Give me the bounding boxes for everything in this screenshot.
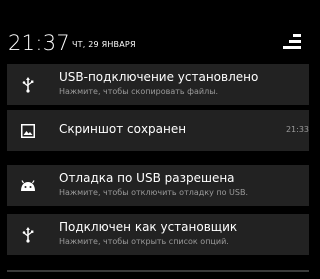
notification-title: Подключен как установщик [59, 220, 238, 234]
date: ЧТ, 29 ЯНВАРЯ [72, 40, 136, 49]
notification-title: USB-подключение установлено [59, 70, 259, 84]
notification-usb-debugging[interactable]: Отладка по USB разрешена Нажмите, чтобы … [7, 165, 309, 206]
notification-screenshot-saved[interactable]: Скриншот сохранен 21:33 [7, 110, 309, 151]
notification-text: Нажмите, чтобы отключить отладку по USB. [59, 188, 249, 197]
clock: 21:37 [8, 31, 71, 55]
android-debug-icon [7, 165, 48, 206]
notification-text: Нажмите, чтобы открыть список опций. [59, 237, 229, 246]
panel-drag-handle[interactable] [7, 270, 309, 272]
notification-usb-connection[interactable]: USB-подключение установлено Нажмите, что… [7, 64, 309, 105]
notification-header: 21:37 ЧТ, 29 ЯНВАРЯ [0, 0, 312, 62]
notification-time: 21:33 [285, 125, 309, 134]
notification-connected-as-installer[interactable]: Подключен как установщик Нажмите, чтобы … [7, 214, 309, 255]
notification-title: Отладка по USB разрешена [59, 171, 235, 185]
image-icon [7, 110, 48, 151]
usb-icon [7, 64, 48, 105]
quick-settings-toggle-icon[interactable] [282, 33, 302, 51]
notification-text: Нажмите, чтобы скопировать файлы. [59, 87, 219, 96]
usb-icon [7, 214, 48, 255]
notification-title: Скриншот сохранен [59, 122, 187, 136]
